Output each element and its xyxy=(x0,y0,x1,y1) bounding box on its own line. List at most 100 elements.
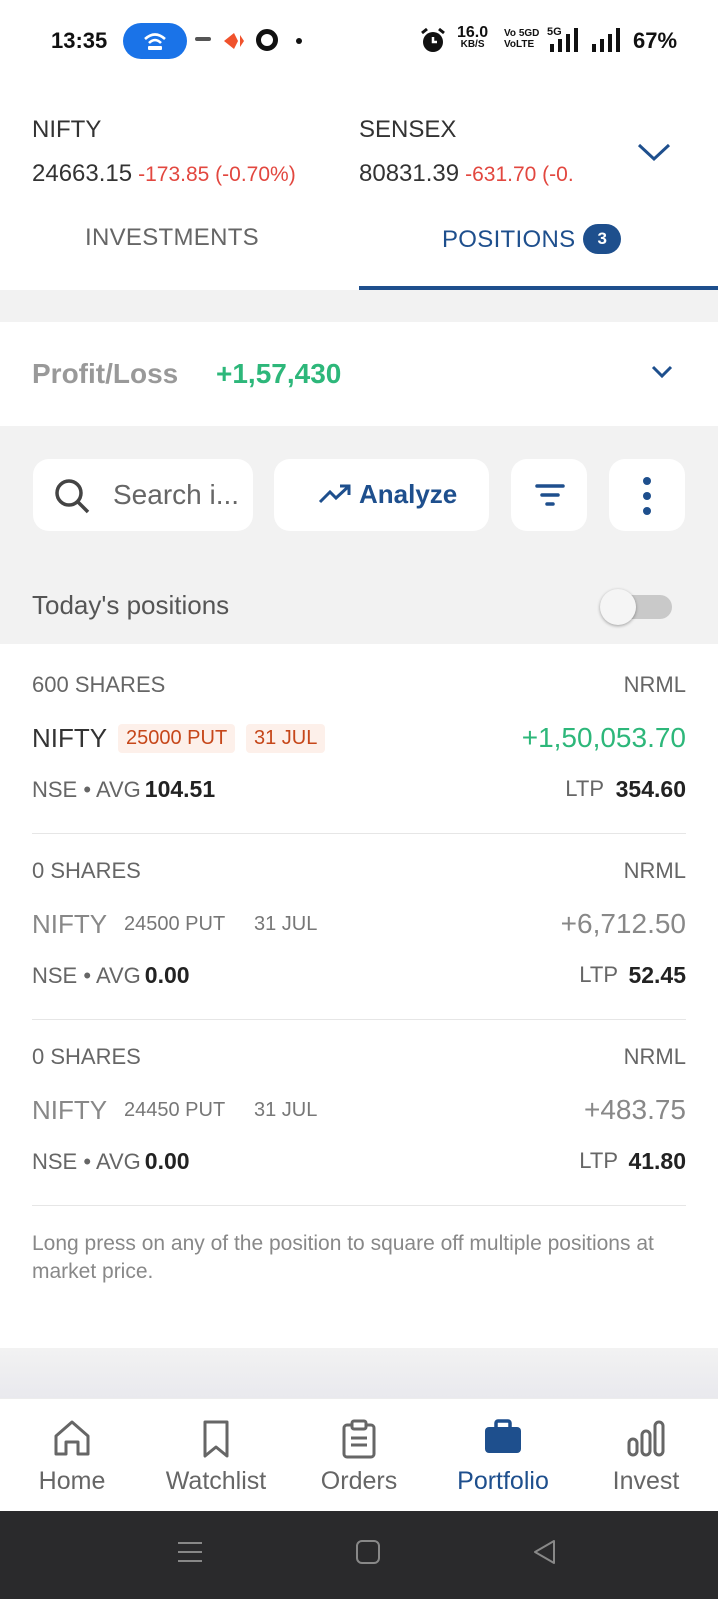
speed-unit: KB/S xyxy=(460,39,485,50)
tab-positions-label: POSITIONS xyxy=(442,226,576,253)
tab-investments[interactable]: INVESTMENTS xyxy=(85,224,259,252)
chevron-down-icon[interactable] xyxy=(650,364,674,380)
pnl-value: +1,57,430 xyxy=(216,358,342,389)
nav-orders[interactable]: Orders xyxy=(287,1399,431,1512)
position-ltp-label: LTP xyxy=(579,962,618,987)
position-pnl: +6,712.50 xyxy=(560,908,686,939)
nav-label: Invest xyxy=(612,1467,680,1495)
alarm-icon xyxy=(421,27,445,52)
section-divider xyxy=(0,290,718,322)
search-icon xyxy=(55,479,90,514)
bottom-spacer xyxy=(0,1348,718,1398)
nav-home[interactable]: Home xyxy=(0,1399,144,1512)
volte-indicator: Vo 5GD VoLTE xyxy=(504,28,539,50)
position-avg: 0.00 xyxy=(144,1148,190,1174)
more-vert-icon xyxy=(643,477,651,515)
todays-positions-toggle[interactable] xyxy=(600,589,674,625)
index-sensex[interactable]: SENSEX 80831.39 -631.70 (-0. xyxy=(359,116,574,187)
position-exchange-avg: NSE • AVG 0.00 xyxy=(32,1148,190,1174)
position-ltp-label: LTP xyxy=(565,776,604,801)
nav-label: Orders xyxy=(320,1467,398,1495)
position-strike-tag: 25000 PUT xyxy=(118,724,236,753)
tab-positions[interactable]: POSITIONS 3 xyxy=(442,224,622,254)
position-avg-label: AVG xyxy=(95,963,141,988)
index-change: -173.85 (-0.70%) xyxy=(138,163,296,186)
index-value: 80831.39 xyxy=(359,160,460,187)
position-ltp: 354.60 xyxy=(615,776,686,802)
more-notifications-icon xyxy=(296,38,302,44)
position-strike-tag: 24450 PUT xyxy=(124,1099,226,1121)
positions-toolbar: Analyze Today's positions xyxy=(0,426,718,644)
position-strike-tag: 24500 PUT xyxy=(124,913,226,935)
position-exchange-avg: NSE • AVG 104.51 xyxy=(32,776,216,802)
position-exchange: NSE xyxy=(32,777,78,802)
index-name: NIFTY xyxy=(32,116,102,143)
chevron-down-icon[interactable] xyxy=(636,141,672,163)
more-options-button[interactable] xyxy=(609,459,685,531)
position-exchange: NSE xyxy=(32,1149,78,1174)
hotspot-icon xyxy=(123,23,187,59)
profit-loss-summary[interactable]: Profit/Loss +1,57,430 xyxy=(0,322,718,426)
bookmark-icon xyxy=(203,1420,229,1458)
signal-icon xyxy=(550,28,578,52)
home-icon xyxy=(54,1420,90,1456)
position-pnl: +483.75 xyxy=(584,1094,686,1125)
clipboard-icon xyxy=(342,1419,376,1459)
battery-level: 67% xyxy=(633,28,678,53)
system-navigation-bar xyxy=(0,1511,718,1599)
index-value: 24663.15 xyxy=(32,160,133,187)
toggle-knob xyxy=(600,589,636,625)
search-box[interactable] xyxy=(33,459,253,531)
position-symbol: NIFTY xyxy=(32,1095,108,1125)
recent-apps-icon[interactable] xyxy=(177,1539,203,1565)
bar-chart-icon xyxy=(627,1420,665,1457)
analyze-button[interactable]: Analyze xyxy=(274,459,489,531)
index-change: -631.70 (-0. xyxy=(465,163,574,186)
nav-invest[interactable]: Invest xyxy=(574,1399,718,1512)
volte-bottom: VoLTE xyxy=(504,39,535,50)
home-button-icon[interactable] xyxy=(355,1539,381,1565)
briefcase-icon xyxy=(485,1419,521,1453)
kite-icon xyxy=(224,33,244,49)
position-row[interactable]: 0 SHARES NRML NIFTY 24450 PUT 31 JUL +48… xyxy=(32,1016,686,1206)
square-off-hint: Long press on any of the position to squ… xyxy=(32,1232,654,1283)
bottom-navigation: Home Watchlist Orders Portfolio Invest xyxy=(0,1398,718,1511)
positions-list: 600 SHARES NRML NIFTY 25000 PUT 31 JUL +… xyxy=(0,644,718,1348)
position-symbol: NIFTY xyxy=(32,909,108,939)
position-ltp-label: LTP xyxy=(579,1148,618,1173)
position-avg-label: AVG xyxy=(95,1149,141,1174)
filter-icon xyxy=(535,484,565,506)
todays-positions-label: Today's positions xyxy=(32,590,230,620)
position-exchange: NSE xyxy=(32,963,78,988)
notification-icon xyxy=(195,37,211,41)
position-quantity: 0 SHARES xyxy=(32,858,141,883)
position-quantity: 600 SHARES xyxy=(32,672,166,697)
back-icon[interactable] xyxy=(532,1539,558,1565)
index-quote: 24663.15 -173.85 (-0.70%) xyxy=(32,160,296,188)
index-name: SENSEX xyxy=(359,116,457,143)
position-pnl: +1,50,053.70 xyxy=(521,722,686,753)
position-row[interactable]: 600 SHARES NRML NIFTY 25000 PUT 31 JUL +… xyxy=(32,644,686,834)
position-product: NRML xyxy=(623,1044,686,1069)
row-divider xyxy=(32,1205,686,1206)
index-nifty[interactable]: NIFTY 24663.15 -173.85 (-0.70%) xyxy=(32,116,296,187)
position-quantity: 0 SHARES xyxy=(32,1044,141,1069)
portfolio-tabs: INVESTMENTS POSITIONS 3 xyxy=(0,210,718,290)
position-avg: 0.00 xyxy=(144,962,190,988)
position-expiry-tag: 31 JUL xyxy=(254,913,318,935)
position-expiry-tag: 31 JUL xyxy=(246,724,326,753)
pnl-label: Profit/Loss xyxy=(32,358,179,389)
status-time: 13:35 xyxy=(51,28,108,53)
position-avg-label: AVG xyxy=(95,777,141,802)
position-avg: 104.51 xyxy=(144,776,216,802)
search-input[interactable] xyxy=(113,475,247,515)
nav-watchlist[interactable]: Watchlist xyxy=(144,1399,288,1512)
positions-count-badge: 3 xyxy=(583,224,622,254)
nav-label: Watchlist xyxy=(165,1467,267,1495)
position-row[interactable]: 0 SHARES NRML NIFTY 24500 PUT 31 JUL +6,… xyxy=(32,830,686,1020)
nav-portfolio[interactable]: Portfolio xyxy=(431,1399,575,1512)
volte-top: Vo 5GD xyxy=(504,28,540,39)
filter-button[interactable] xyxy=(511,459,587,531)
position-product: NRML xyxy=(623,672,686,697)
index-quote: 80831.39 -631.70 (-0. xyxy=(359,160,609,188)
